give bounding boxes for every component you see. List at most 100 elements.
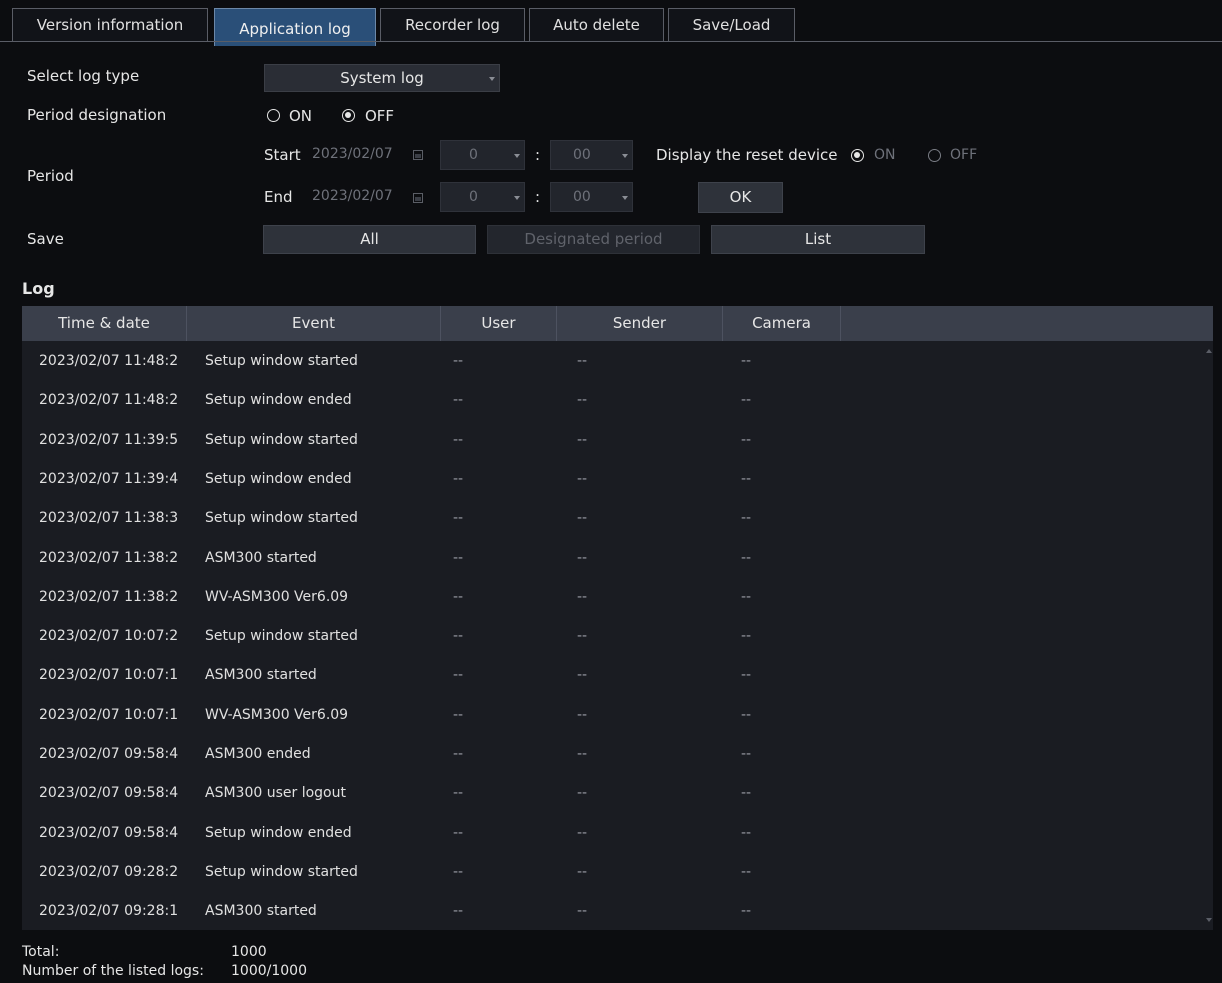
start-minute-value: 00 xyxy=(573,147,591,163)
cell-event: Setup window started xyxy=(205,510,358,527)
cell-user: -- xyxy=(453,588,464,605)
save-label: Save xyxy=(27,230,64,248)
cell-user: -- xyxy=(453,353,464,369)
table-row[interactable]: 2023/02/07 11:39:4 Setup window ended -- --… xyxy=(22,459,1213,499)
cell-time-date: 2023/02/07 09:58:4 xyxy=(39,785,179,802)
chevron-down-icon xyxy=(622,196,628,200)
chevron-down-icon xyxy=(514,154,520,158)
cell-sender: -- xyxy=(577,353,588,369)
table-row[interactable]: 2023/02/07 10:07:1 ASM300 started -- -- -- xyxy=(22,655,1213,695)
cell-user: -- xyxy=(453,549,464,566)
cell-sender: -- xyxy=(577,392,588,409)
table-row[interactable]: 2023/02/07 11:38:2 WV-ASM300 Ver6.09 -- -- -… xyxy=(22,577,1213,617)
column-header-user[interactable]: User xyxy=(441,306,557,341)
end-hour-dropdown[interactable]: 0 xyxy=(440,182,525,212)
table-row[interactable]: 2023/02/07 11:38:3 Setup window started --… xyxy=(22,498,1213,538)
tab-auto-delete[interactable]: Auto delete xyxy=(529,8,664,41)
period-designation-off-radio[interactable] xyxy=(342,109,355,122)
save-designated-period-button[interactable]: Designated period xyxy=(487,225,700,254)
table-row[interactable]: 2023/02/07 09:28:2 Setup window started --… xyxy=(22,852,1213,892)
end-label: End xyxy=(264,188,293,206)
end-date-value[interactable]: 2023/02/07 xyxy=(312,188,393,204)
cell-time-date: 2023/02/07 11:48:2 xyxy=(39,392,179,409)
cell-sender: -- xyxy=(577,549,588,566)
scroll-up-icon[interactable] xyxy=(1206,349,1212,353)
cell-user: -- xyxy=(453,667,464,684)
column-header-event[interactable]: Event xyxy=(187,306,441,341)
cell-camera: -- xyxy=(741,510,752,527)
cell-user: -- xyxy=(453,785,464,802)
period-label: Period xyxy=(27,167,74,185)
start-time-separator: : xyxy=(535,146,541,164)
cell-event: Setup window ended xyxy=(205,470,352,487)
table-row[interactable]: 2023/02/07 09:58:4 ASM300 user logout -- --… xyxy=(22,773,1213,813)
tab-recorder-log[interactable]: Recorder log xyxy=(380,8,525,41)
calendar-icon[interactable] xyxy=(413,193,423,203)
table-row[interactable]: 2023/02/07 11:48:2 Setup window ended -- --… xyxy=(22,380,1213,420)
table-row[interactable]: 2023/02/07 10:07:1 WV-ASM300 Ver6.09 -- -- -… xyxy=(22,695,1213,735)
reset-device-on-label: ON xyxy=(874,147,896,163)
start-date-value[interactable]: 2023/02/07 xyxy=(312,146,393,162)
cell-camera: -- xyxy=(741,824,752,841)
cell-time-date: 2023/02/07 11:39:5 xyxy=(39,431,179,448)
start-label: Start xyxy=(264,146,301,164)
start-minute-dropdown[interactable]: 00 xyxy=(550,140,633,170)
calendar-icon[interactable] xyxy=(413,150,423,160)
cell-event: Setup window ended xyxy=(205,392,352,409)
start-hour-dropdown[interactable]: 0 xyxy=(440,140,525,170)
cell-user: -- xyxy=(453,470,464,487)
cell-sender: -- xyxy=(577,824,588,841)
cell-sender: -- xyxy=(577,628,588,645)
log-section-title: Log xyxy=(22,279,55,298)
table-row[interactable]: 2023/02/07 10:07:2 Setup window started --… xyxy=(22,616,1213,656)
column-header-sender[interactable]: Sender xyxy=(557,306,723,341)
cell-time-date: 2023/02/07 11:38:2 xyxy=(39,588,179,605)
total-value: 1000 xyxy=(231,944,267,960)
cell-event: ASM300 started xyxy=(205,549,317,566)
cell-camera: -- xyxy=(741,549,752,566)
cell-sender: -- xyxy=(577,706,588,723)
save-list-button[interactable]: List xyxy=(711,225,925,254)
period-designation-off-label: OFF xyxy=(365,107,395,125)
log-type-dropdown[interactable]: System log xyxy=(264,64,500,92)
column-header-camera[interactable]: Camera xyxy=(723,306,841,341)
table-row[interactable]: 2023/02/07 09:58:4 Setup window ended -- --… xyxy=(22,813,1213,853)
cell-event: Setup window started xyxy=(205,353,358,369)
table-row[interactable]: 2023/02/07 09:28:1 ASM300 started -- -- -- xyxy=(22,891,1213,930)
reset-device-on-radio[interactable] xyxy=(851,149,864,162)
table-row[interactable]: 2023/02/07 09:58:4 ASM300 ended -- -- -- xyxy=(22,734,1213,774)
cell-user: -- xyxy=(453,392,464,409)
ok-button[interactable]: OK xyxy=(698,182,783,213)
scrollbar[interactable] xyxy=(1205,341,1213,930)
cell-sender: -- xyxy=(577,667,588,684)
table-row[interactable]: 2023/02/07 11:39:5 Setup window started --… xyxy=(22,420,1213,460)
reset-device-off-radio[interactable] xyxy=(928,149,941,162)
log-table: Time & date Event User Sender Camera 202… xyxy=(22,306,1213,930)
cell-user: -- xyxy=(453,706,464,723)
cell-sender: -- xyxy=(577,510,588,527)
column-header-time-date[interactable]: Time & date xyxy=(22,306,187,341)
start-hour-value: 0 xyxy=(469,147,478,163)
tab-version-information[interactable]: Version information xyxy=(12,8,208,41)
cell-event: Setup window started xyxy=(205,431,358,448)
end-minute-dropdown[interactable]: 00 xyxy=(550,182,633,212)
table-row[interactable]: 2023/02/07 11:48:2 Setup window started --… xyxy=(22,341,1213,381)
log-type-value: System log xyxy=(340,69,424,87)
period-designation-on-radio[interactable] xyxy=(267,109,280,122)
period-designation-on-label: ON xyxy=(289,107,313,125)
cell-sender: -- xyxy=(577,588,588,605)
cell-sender: -- xyxy=(577,863,588,880)
save-all-button[interactable]: All xyxy=(263,225,476,254)
cell-time-date: 2023/02/07 10:07:2 xyxy=(39,628,179,645)
cell-user: -- xyxy=(453,628,464,645)
cell-time-date: 2023/02/07 09:28:2 xyxy=(39,863,179,880)
log-type-label: Select log type xyxy=(27,67,140,85)
scroll-down-icon[interactable] xyxy=(1206,918,1212,922)
tab-save-load[interactable]: Save/Load xyxy=(668,8,795,41)
cell-camera: -- xyxy=(741,392,752,409)
cell-event: WV-ASM300 Ver6.09 xyxy=(205,588,349,605)
period-designation-label: Period designation xyxy=(27,106,167,124)
cell-event: ASM300 user logout xyxy=(205,785,346,802)
cell-user: -- xyxy=(453,863,464,880)
table-row[interactable]: 2023/02/07 11:38:2 ASM300 started -- -- -- xyxy=(22,538,1213,578)
